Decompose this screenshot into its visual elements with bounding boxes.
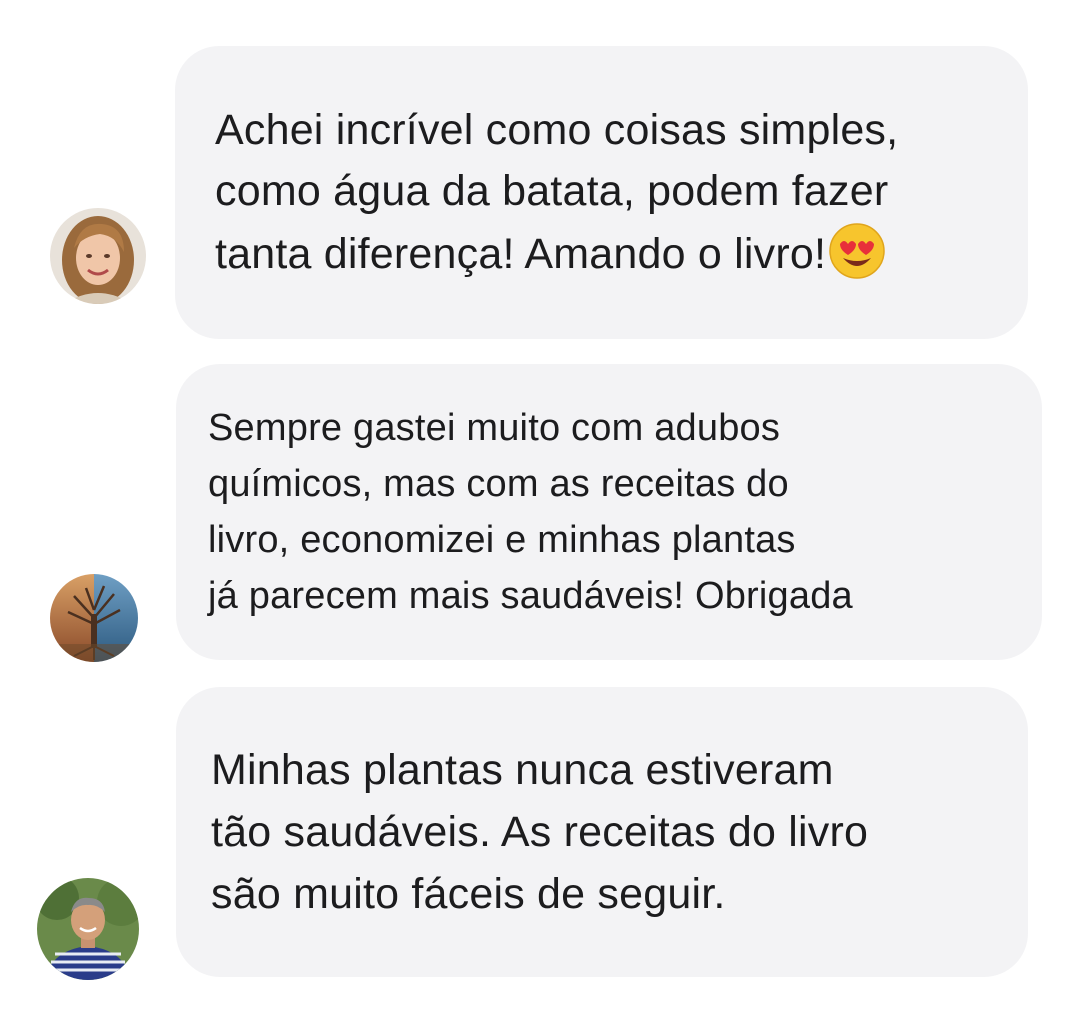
- testimonial-bubble: Minhas plantas nunca estiveram tão saudá…: [176, 687, 1028, 977]
- testimonial-line: tão saudáveis. As receitas do livro: [211, 808, 869, 856]
- testimonial-bubble: Sempre gastei muito com adubos químicos,…: [176, 364, 1042, 660]
- testimonial-line: Sempre gastei muito com adubos: [208, 407, 781, 449]
- testimonial-text: Minhas plantas nunca estiveram tão saudá…: [211, 739, 868, 925]
- testimonial-text: Achei incrível como coisas simples, como…: [215, 100, 898, 285]
- testimonial-bubble: Achei incrível como coisas simples, como…: [175, 46, 1028, 339]
- testimonial-text: Sempre gastei muito com adubos químicos,…: [208, 400, 853, 624]
- testimonial-line: tanta diferença! Amando o livro!: [215, 230, 827, 278]
- testimonial-line: químicos, mas com as receitas do: [208, 463, 789, 505]
- testimonial-line: como água da batata, podem fazer: [215, 167, 889, 215]
- testimonial-item: Achei incrível como coisas simples, como…: [0, 0, 1080, 345]
- testimonial-line: são muito fáceis de seguir.: [211, 870, 726, 918]
- man-avatar: [37, 878, 139, 980]
- woman-avatar: [50, 208, 146, 304]
- testimonial-line: já parecem mais saudáveis! Obrigada: [208, 575, 853, 617]
- testimonial-line: Minhas plantas nunca estiveram: [211, 746, 834, 794]
- testimonial-line: livro, economizei e minhas plantas: [208, 519, 796, 561]
- testimonial-item: Minhas plantas nunca estiveram tão saudá…: [0, 675, 1080, 1022]
- heart-eyes-emoji-icon: [828, 222, 886, 280]
- testimonial-line: Achei incrível como coisas simples,: [215, 106, 899, 154]
- testimonial-item: Sempre gastei muito com adubos químicos,…: [0, 345, 1080, 675]
- tree-avatar: [50, 574, 138, 662]
